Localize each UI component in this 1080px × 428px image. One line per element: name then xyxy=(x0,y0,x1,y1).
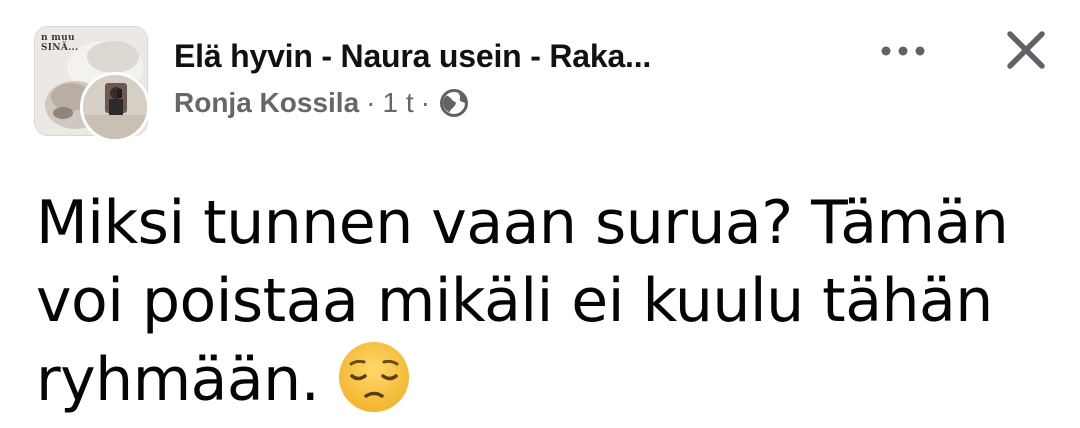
globe-icon xyxy=(439,88,469,118)
post-header: n muu SINÄ... Elä hyvin - Naura usein - R… xyxy=(34,26,1050,142)
avatar[interactable] xyxy=(80,72,150,142)
group-name-link[interactable]: Elä hyvin - Naura usein - Raka... xyxy=(174,36,651,76)
avatar-group[interactable]: n muu SINÄ... xyxy=(34,26,150,142)
post-card: n muu SINÄ... Elä hyvin - Naura usein - R… xyxy=(0,0,1080,428)
post-body-line: ryhmään. xyxy=(36,345,320,415)
meta-separator: · xyxy=(366,87,376,118)
close-button[interactable] xyxy=(1004,28,1048,72)
group-avatar-caption: n muu SINÄ... xyxy=(41,33,79,53)
post-meta: Ronja Kossila · 1 t · xyxy=(174,86,651,120)
meta-separator: · xyxy=(420,87,430,118)
post-timestamp[interactable]: 1 t xyxy=(383,86,414,120)
more-options-button[interactable] xyxy=(876,34,930,68)
post-body-line: voi poistaa mikäli ei kuulu tähän xyxy=(36,266,993,336)
post-body-line: Miksi tunnen vaan surua? Tämän xyxy=(36,188,1009,258)
author-name-link[interactable]: Ronja Kossila xyxy=(174,86,359,120)
close-icon xyxy=(1007,31,1045,69)
more-dots-icon xyxy=(881,46,925,56)
pensive-face-emoji-icon xyxy=(337,340,411,414)
post-body: Miksi tunnen vaan surua? Tämän voi poist… xyxy=(36,184,1046,419)
post-titles: Elä hyvin - Naura usein - Raka... Ronja … xyxy=(174,36,651,120)
post-body-last-line: ryhmään. xyxy=(36,340,1046,419)
